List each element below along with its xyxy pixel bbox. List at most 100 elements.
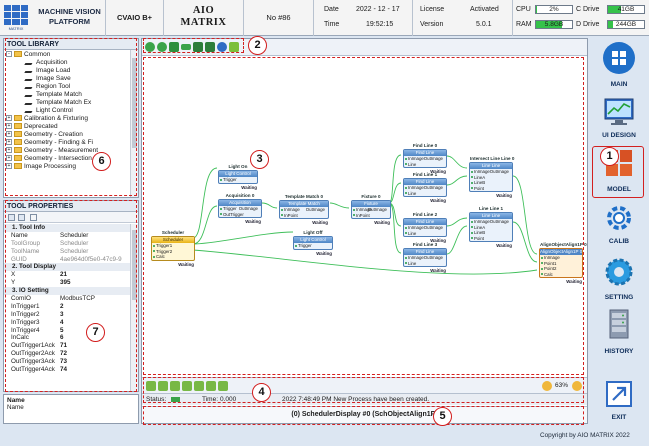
tool-node[interactable]: Light Off Light Control Trigger Waiting	[293, 230, 333, 256]
node-port[interactable]: Calc	[152, 254, 194, 260]
align-left-icon[interactable]	[146, 381, 156, 391]
tool-node[interactable]: Intersect Line Line 0 Line Line InImage Out…	[469, 156, 514, 198]
property-row[interactable]: X 21	[4, 271, 130, 279]
tree-item[interactable]: + Deprecated	[4, 123, 130, 131]
tree-item[interactable]: + Geometry - Intersection	[4, 155, 130, 163]
tool-node[interactable]: Line Line 1 Line Line InImage OutImage LineA…	[469, 206, 513, 248]
scroll-thumb[interactable]	[132, 58, 137, 148]
tool-node[interactable]: Find Line 3 Find Line InImage OutImage Line W…	[403, 242, 447, 273]
categorized-sort-icon[interactable]	[8, 214, 15, 221]
node-port[interactable]: Point	[470, 186, 512, 192]
property-value[interactable]: 4ae964d0f5e0-47c9-9	[60, 256, 130, 264]
node-port[interactable]: InPoint	[352, 213, 390, 219]
property-row[interactable]: InCalc 6	[4, 334, 130, 342]
open-folder-icon[interactable]	[229, 42, 239, 52]
run-continuous-icon[interactable]	[157, 42, 167, 52]
collapse-icon[interactable]: -	[6, 51, 12, 58]
info-icon[interactable]	[217, 42, 227, 52]
property-row[interactable]: InTrigger3 4	[4, 319, 130, 327]
property-row[interactable]: InTrigger4 5	[4, 327, 130, 335]
nav-setting-button[interactable]: SETTING	[591, 256, 647, 314]
property-value[interactable]: 21	[60, 271, 130, 279]
expand-icon[interactable]: +	[6, 147, 12, 154]
property-row[interactable]: OutTrigger2Ack 72	[4, 350, 130, 358]
align-top-icon[interactable]	[182, 381, 192, 391]
align-center-icon[interactable]	[158, 381, 168, 391]
tool-node[interactable]: Scheduler Scheduler Trigger1 Trigger2 Calc Wa…	[151, 230, 195, 267]
tool-library-scrollbar[interactable]	[130, 50, 138, 197]
node-port[interactable]: Point	[470, 236, 512, 242]
node-port[interactable]: Trigger	[219, 177, 257, 183]
tool-node[interactable]: Fixture 0 Fixture InImage OutImage InPoint Wa…	[351, 194, 391, 225]
tree-item[interactable]: + Image Processing	[4, 163, 130, 171]
tree-item[interactable]: Image Load	[4, 67, 130, 75]
fit-to-view-icon[interactable]	[218, 381, 228, 391]
property-row[interactable]: ToolGroup Scheduler	[4, 240, 130, 248]
tree-item[interactable]: Image Save	[4, 75, 130, 83]
tool-node[interactable]: AlignObjectAlign1P 0 AlignObjectAlign1P 0…	[539, 242, 587, 284]
property-row[interactable]: OutTrigger1Ack 71	[4, 342, 130, 350]
expand-icon[interactable]: +	[6, 115, 12, 122]
node-port[interactable]: OutTrigger	[219, 212, 261, 218]
property-value[interactable]: 72	[60, 350, 130, 358]
tool-node[interactable]: Light On Light Control Trigger Waiting	[218, 164, 258, 190]
run-icon[interactable]	[145, 42, 155, 52]
tree-item[interactable]: + Geometry - Measurement	[4, 147, 130, 155]
align-middle-icon[interactable]	[194, 381, 204, 391]
property-value[interactable]: ModbusTCP	[60, 295, 130, 303]
expand-icon[interactable]: +	[6, 131, 12, 138]
node-port[interactable]: Line	[404, 261, 446, 267]
tree-item[interactable]: Template Match	[4, 91, 130, 99]
tree-item[interactable]: + Geometry - Finding & Fi	[4, 139, 130, 147]
stop-icon[interactable]	[169, 42, 179, 52]
property-value[interactable]: Scheduler	[60, 232, 130, 240]
property-row[interactable]: InTrigger2 3	[4, 311, 130, 319]
property-row[interactable]: ToolName Scheduler	[4, 248, 130, 256]
scroll-thumb[interactable]	[132, 230, 137, 300]
tree-item[interactable]: - Common	[4, 51, 130, 59]
property-row[interactable]: Name Scheduler	[4, 232, 130, 240]
align-right-icon[interactable]	[170, 381, 180, 391]
tool-node[interactable]: Acquisition 0 Acquisition Trigger OutImage O…	[218, 193, 262, 224]
property-value[interactable]: 71	[60, 342, 130, 350]
property-row[interactable]: InTrigger1 2	[4, 303, 130, 311]
save-icon[interactable]	[193, 42, 203, 52]
property-row[interactable]: ComIO ModbusTCP	[4, 295, 130, 303]
tree-item[interactable]: Template Match Ex	[4, 99, 130, 107]
property-value[interactable]: 3	[60, 311, 130, 319]
expand-icon[interactable]: +	[6, 123, 12, 130]
expand-icon[interactable]: +	[6, 163, 12, 170]
nav-ui-design-button[interactable]: UI DESIGN	[591, 96, 647, 154]
save-as-icon[interactable]	[205, 42, 215, 52]
property-row[interactable]: OutTrigger3Ack 73	[4, 358, 130, 366]
tree-item[interactable]: + Geometry - Creation	[4, 131, 130, 139]
tree-item[interactable]: Light Control	[4, 107, 130, 115]
node-port[interactable]: Trigger	[294, 243, 332, 249]
property-value[interactable]: 74	[60, 366, 130, 374]
expand-icon[interactable]: +	[6, 155, 12, 162]
properties-scrollbar[interactable]	[130, 224, 138, 391]
property-row[interactable]: Y 395	[4, 279, 130, 287]
zoom-out-icon[interactable]	[572, 381, 582, 391]
align-bottom-icon[interactable]	[206, 381, 216, 391]
property-pages-icon[interactable]	[30, 214, 37, 221]
property-row[interactable]: GUID 4ae964d0f5e0-47c9-9	[4, 256, 130, 264]
property-value[interactable]: Scheduler	[60, 240, 130, 248]
zoom-in-icon[interactable]	[542, 381, 552, 391]
node-port[interactable]: Line	[404, 191, 446, 197]
tree-item[interactable]: Region Tool	[4, 83, 130, 91]
tree-item[interactable]: + Calibration & Fixturing	[4, 115, 130, 123]
node-port[interactable]: Calc	[540, 272, 582, 278]
node-port[interactable]: InPoint	[280, 213, 328, 219]
property-value[interactable]: 395	[60, 279, 130, 287]
tool-node[interactable]: Find Line 1 Find Line InImage OutImage Line W…	[403, 172, 447, 203]
alphabetical-sort-icon[interactable]	[18, 214, 25, 221]
property-category[interactable]: 1. Tool Info	[4, 224, 130, 232]
property-category[interactable]: 2. Tool Display	[4, 263, 130, 272]
nav-exit-button[interactable]: EXIT	[591, 378, 647, 436]
nav-history-button[interactable]: HISTORY	[591, 308, 647, 366]
display-bar[interactable]: (0) SchedulerDisplay #0 (SchObjectAlign1…	[142, 406, 587, 423]
property-value[interactable]: 2	[60, 303, 130, 311]
property-value[interactable]: 73	[60, 358, 130, 366]
nav-calib-button[interactable]: CALIB	[591, 202, 647, 260]
